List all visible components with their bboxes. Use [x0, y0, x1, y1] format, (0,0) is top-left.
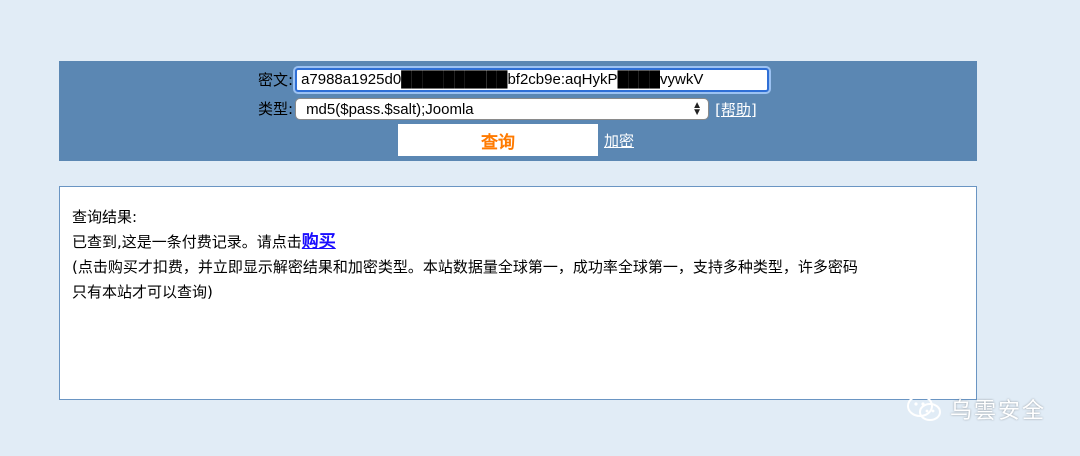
result-panel: 查询结果: 已查到,这是一条付费记录。请点击购买 (点击购买才扣费，并立即显示解… — [59, 186, 977, 400]
query-button[interactable]: 查询 — [398, 124, 598, 156]
submit-row: 查询 加密 — [398, 124, 634, 156]
watermark: 乌雲安全 — [906, 393, 1046, 425]
select-arrows-icon: ▲ ▼ — [692, 100, 703, 118]
cipher-input[interactable] — [295, 68, 770, 92]
wechat-icon — [906, 395, 941, 421]
result-status-text: 已查到,这是一条付费记录。请点击 — [72, 233, 302, 251]
type-row: 类型: md5($pass.$salt);Joomla ▲ ▼ [帮助] — [258, 98, 757, 120]
result-status-line: 已查到,这是一条付费记录。请点击购买 — [72, 230, 964, 255]
cipher-label: 密文: — [258, 71, 294, 89]
watermark-text: 乌雲安全 — [949, 399, 1046, 424]
query-form-panel: 密文: 类型: md5($pass.$salt);Joomla ▲▼ [帮助] … — [59, 61, 977, 161]
result-note-line-2: 只有本站才可以查询) — [72, 283, 213, 301]
encrypt-link[interactable]: 加密 — [604, 130, 634, 151]
result-note-line: (点击购买才扣费，并立即显示解密结果和加密类型。本站数据量全球第一，成功率全球第… — [72, 258, 858, 276]
type-select-value: md5($pass.$salt);Joomla — [306, 100, 474, 118]
help-link-wrapper: [帮助] — [715, 99, 757, 120]
result-heading: 查询结果: — [72, 208, 138, 226]
buy-link[interactable]: 购买 — [302, 232, 336, 252]
type-select[interactable]: md5($pass.$salt);Joomla ▲ ▼ — [295, 98, 710, 120]
cipher-row: 密文: — [258, 68, 770, 92]
type-label: 类型: — [258, 100, 294, 118]
help-link[interactable]: [帮助] — [715, 101, 757, 119]
